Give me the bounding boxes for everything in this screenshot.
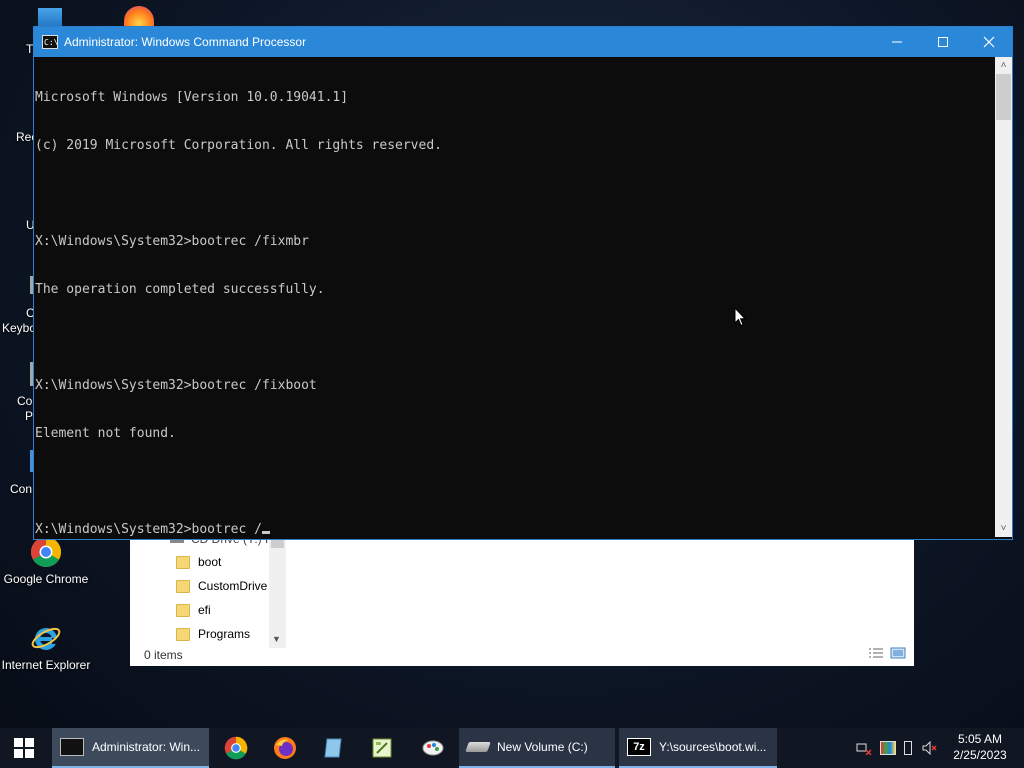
taskbar-item-new-volume[interactable]: New Volume (C:) [459,728,615,768]
desktop-icon-label: Internet Explorer [1,658,91,672]
chrome-icon [224,736,248,760]
volume-muted-icon[interactable] [922,740,938,756]
cmd-icon: C:\ [42,35,58,49]
desktop-partial-label: Keybo [2,321,37,335]
console-line: (c) 2019 Microsoft Corporation. All righ… [35,138,442,153]
close-icon [983,36,995,48]
taskbar-item-label: Administrator: Win... [92,740,201,754]
7zip-icon: 7z [627,738,651,756]
taskbar: Administrator: Win... New Volume (C:) 7z… [0,728,1024,768]
taskbar-clock[interactable]: 5:05 AM 2/25/2023 [940,731,1020,763]
taskbar-item-cmd[interactable]: Administrator: Win... [52,728,209,768]
large-icons-view-icon[interactable] [890,647,906,660]
close-button[interactable] [966,27,1012,57]
tree-item-programs[interactable]: Programs [176,623,250,645]
maximize-icon [938,37,948,47]
chevron-down-icon[interactable]: ˅ [995,520,1012,537]
folder-icon [176,603,190,617]
minimize-button[interactable] [874,27,920,57]
chevron-up-icon[interactable]: ˄ [995,57,1012,74]
start-button[interactable] [0,728,48,768]
desktop-icon-label: Google Chrome [3,572,89,586]
console-line: X:\Windows\System32>bootrec /fixboot [35,378,317,393]
console-input-line[interactable]: X:\Windows\System32>bootrec / [35,522,995,538]
taskbar-pin-notepad-plus[interactable] [370,736,394,760]
clock-date: 2/25/2023 [953,748,1007,762]
desktop-partial-label: Con [10,482,33,496]
console-output[interactable]: Microsoft Windows [Version 10.0.19041.1]… [35,58,995,538]
taskbar-pin-paint[interactable] [421,736,445,760]
taskbar-item-7zip[interactable]: 7z Y:\sources\boot.wi... [619,728,777,768]
tree-item-efi[interactable]: efi [176,599,211,621]
tree-item-label: efi [198,603,211,617]
firefox-desktop-icon[interactable] [124,6,154,28]
window-title: Administrator: Windows Command Processor [64,35,307,49]
firefox-icon [274,737,296,759]
scrollbar-thumb[interactable] [996,74,1011,120]
console-prompt: X:\Windows\System32>bootrec / [35,522,262,537]
window-titlebar[interactable]: C:\ Administrator: Windows Command Proce… [34,27,1012,57]
notepad-plus-icon [372,738,392,758]
folder-icon [176,579,190,593]
drive-icon [465,742,491,752]
paint-icon [422,740,444,756]
console-line: Microsoft Windows [Version 10.0.19041.1] [35,90,349,105]
taskbar-pin-firefox[interactable] [273,736,297,760]
mouse-pointer-icon [734,306,747,332]
command-prompt-window[interactable]: C:\ Administrator: Windows Command Proce… [33,26,1013,540]
chevron-down-icon[interactable]: ▼ [272,634,281,644]
desktop-partial-label: P [25,409,34,423]
taskbar-pin-chrome[interactable] [224,736,248,760]
console-line: X:\Windows\System32>bootrec /fixmbr [35,234,309,249]
taskbar-item-label: New Volume (C:) [497,740,588,754]
display-icon[interactable] [880,741,896,755]
internet-explorer-icon [30,622,62,654]
console-line: The operation completed successfully. [35,282,325,297]
network-icon[interactable] [856,741,872,756]
clock-time: 5:05 AM [957,732,1003,746]
console-scrollbar[interactable]: ˄ ˅ [995,57,1012,537]
usb-icon[interactable] [904,741,912,755]
notepad-icon [324,738,342,758]
status-item-count: 0 items [144,648,183,662]
minimize-icon [892,41,902,43]
tree-item-customdrive[interactable]: CustomDrive [176,575,267,597]
tree-item-label: CustomDrive [198,579,268,593]
console-line: Element not found. [35,426,176,441]
taskbar-item-label: Y:\sources\boot.wi... [659,740,767,754]
maximize-button[interactable] [920,27,966,57]
windows-logo-icon [14,738,34,758]
system-tray [856,728,938,768]
tree-item-label: Programs [198,627,251,641]
desktop-icon-internet-explorer[interactable]: Internet Explorer [0,622,92,672]
folder-icon [176,627,190,641]
desktop-partial-label: Co [17,394,33,408]
text-cursor [261,531,270,534]
taskbar-pin-notepad[interactable] [322,736,346,760]
cmd-icon [60,738,84,756]
details-view-icon[interactable] [868,647,884,660]
